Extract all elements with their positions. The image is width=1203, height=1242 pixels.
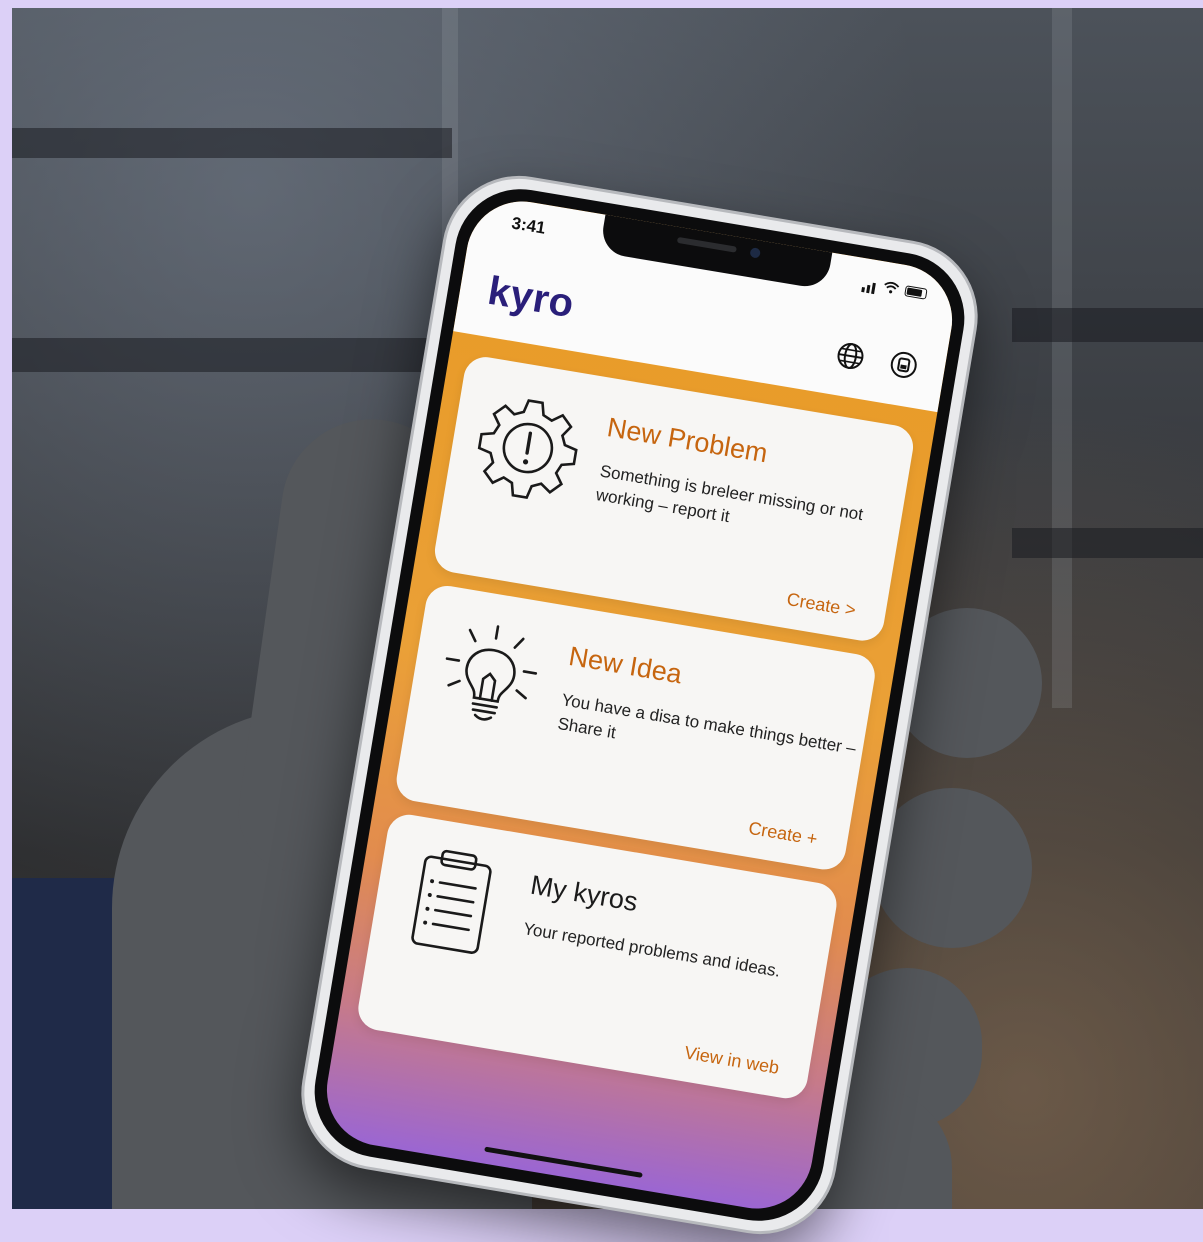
battery-icon	[904, 284, 928, 300]
card-title: My kyros	[528, 869, 640, 918]
card-title: New Problem	[604, 412, 770, 469]
card-title: New Idea	[566, 640, 685, 690]
speaker	[676, 236, 737, 253]
lightbulb-icon	[445, 625, 538, 721]
shelf	[1012, 528, 1203, 558]
signal-icon	[861, 274, 879, 295]
globe-icon[interactable]	[833, 339, 868, 374]
create-problem-link[interactable]: Create >	[785, 589, 857, 621]
home-indicator[interactable]	[483, 1146, 643, 1178]
card-description: You have a disa to make things better – …	[556, 690, 858, 759]
status-time: 3:41	[510, 213, 547, 238]
front-camera	[748, 247, 761, 259]
app-logo: kyro	[484, 268, 578, 327]
status-indicators	[861, 274, 928, 302]
shelf	[1012, 308, 1203, 342]
gear-alert-icon	[477, 399, 578, 499]
card-description: Something is breleer missing or not work…	[594, 461, 865, 527]
rack-beam	[1052, 8, 1072, 708]
create-idea-link[interactable]: Create +	[747, 818, 819, 850]
view-in-web-link[interactable]: View in web	[683, 1042, 781, 1079]
shelf	[12, 128, 452, 158]
clipboard-icon	[411, 849, 492, 954]
glove-finger	[872, 788, 1032, 948]
wifi-icon	[884, 281, 900, 294]
shelf	[12, 338, 452, 372]
settings-icon[interactable]	[886, 348, 921, 383]
card-description: Your reported problems and ideas.	[521, 919, 782, 981]
